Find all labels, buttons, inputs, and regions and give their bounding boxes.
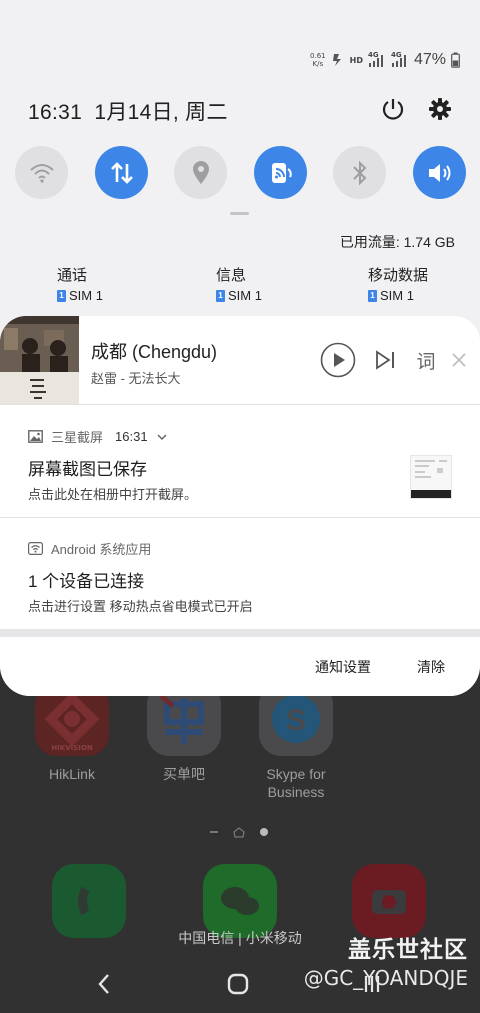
data-saver-icon (332, 54, 341, 66)
watermark-handle: @GC_YOANDQJE (303, 966, 468, 990)
signal-icon-sim2: 4G (391, 51, 409, 69)
screenshot-notification[interactable]: 三星截屏 16:31 屏幕截图已保存 点击此处在相册中打开截屏。 (0, 417, 480, 517)
app-label: Skype for Business (266, 766, 326, 800)
power-icon (382, 99, 404, 120)
notification-title: 1 个设备已连接 (28, 572, 145, 591)
app-hiklink[interactable]: HIKVISION HikLink (16, 682, 128, 783)
chevron-down-icon[interactable] (156, 433, 168, 441)
status-bar: 0.61 K/s HD 4G 4G 47% (310, 48, 460, 72)
network-speed-unit: K/s (312, 60, 324, 68)
notification-settings-button[interactable]: 通知设置 (315, 657, 371, 677)
battery-icon (451, 52, 460, 68)
notification-shade: 0.61 K/s HD 4G 4G 47% 16:31 1月14日, 周二 已用… (0, 0, 480, 696)
song-title: 成都 (Chengdu) (91, 342, 218, 362)
screenshot-thumbnail (410, 455, 452, 499)
sim-calls-title: 通话 (57, 267, 88, 284)
close-icon (452, 353, 466, 367)
watermark-title: 盖乐世社区 (348, 937, 468, 963)
home-button[interactable] (218, 969, 258, 999)
location-toggle[interactable] (174, 146, 227, 199)
system-notification[interactable]: Android 系统应用 1 个设备已连接 点击进行设置 移动热点省电模式已开启 (0, 529, 480, 629)
media-player-notification[interactable]: 成都 (Chengdu) 赵雷 - 无法长大 词 (0, 316, 480, 404)
close-media-button[interactable] (449, 350, 469, 370)
home-icon (227, 973, 249, 995)
hikvision-logo-text: HIKVISION (51, 744, 93, 752)
notification-body: 点击进行设置 移动热点省电模式已开启 (28, 599, 253, 614)
section-separator (0, 629, 480, 637)
date-time[interactable]: 16:31 1月14日, 周二 (28, 96, 228, 126)
signal-icon-sim1: 4G (368, 51, 386, 69)
back-button[interactable] (84, 969, 124, 999)
network-speed: 0.61 K/s (310, 52, 326, 68)
wifi-small-icon (28, 542, 43, 555)
app-label: HikLink (49, 766, 95, 782)
quick-settings (0, 146, 480, 200)
wifi-icon (29, 163, 54, 183)
sim-calls-value: SIM 1 (69, 288, 103, 303)
clock: 16:31 (28, 101, 83, 124)
sim-messages[interactable]: 信息 1 SIM 1 (216, 266, 262, 303)
camera-app-icon[interactable] (352, 864, 426, 938)
notification-app-name: Android 系统应用 (51, 542, 152, 557)
settings-button[interactable] (425, 94, 455, 124)
svg-text:S: S (286, 704, 306, 737)
mobile-data-toggle[interactable] (95, 146, 148, 199)
sim-card-icon: 1 (57, 289, 66, 302)
notification-time: 16:31 (115, 429, 148, 444)
wechat-app-icon[interactable] (203, 864, 277, 938)
app-skype-business[interactable]: S Skype for Business (240, 682, 352, 801)
sim-mobile-data[interactable]: 移动数据 1 SIM 1 (368, 266, 428, 303)
notification-header: 三星截屏 16:31 (28, 427, 168, 446)
hotspot-icon (271, 162, 292, 183)
notification-panel: 成都 (Chengdu) 赵雷 - 无法长大 词 三星截屏 16:31 屏幕截图… (0, 316, 480, 696)
app-maidanba[interactable]: 买单吧 (128, 682, 240, 783)
play-button[interactable] (320, 342, 356, 378)
network-speed-value: 0.61 (310, 52, 326, 60)
notification-body: 点击此处在相册中打开截屏。 (28, 487, 198, 502)
data-arrows-icon (110, 161, 133, 184)
sim-messages-title: 信息 (216, 267, 247, 284)
next-track-button[interactable] (372, 348, 398, 372)
app-label: 买单吧 (163, 766, 205, 782)
skip-next-icon (376, 350, 394, 370)
date: 1月14日, 周二 (94, 101, 228, 124)
clear-button[interactable]: 清除 (417, 657, 445, 677)
expand-handle[interactable] (230, 212, 249, 215)
bluetooth-toggle[interactable] (333, 146, 386, 199)
bluetooth-icon (352, 160, 366, 185)
sim-mobile-data-value: SIM 1 (380, 288, 414, 303)
song-artist: 赵雷 - 无法长大 (91, 371, 181, 386)
hd-voice-label: HD (349, 55, 363, 65)
phone-app-icon[interactable] (52, 864, 126, 938)
sim-messages-value: SIM 1 (228, 288, 262, 303)
battery-percent: 47% (413, 51, 446, 68)
sim-calls[interactable]: 通话 1 SIM 1 (57, 266, 103, 303)
speaker-icon (428, 163, 450, 182)
data-usage: 已用流量: 1.74 GB (339, 234, 455, 250)
wifi-toggle[interactable] (15, 146, 68, 199)
notification-app-name: 三星截屏 (51, 430, 104, 445)
sound-toggle[interactable] (413, 146, 466, 199)
power-button[interactable] (378, 94, 408, 124)
lyrics-button[interactable]: 词 (413, 346, 439, 374)
gallery-icon (28, 430, 43, 443)
album-art (0, 316, 79, 404)
divider (0, 517, 480, 518)
location-icon (192, 160, 209, 184)
sim-card-icon: 1 (216, 289, 225, 302)
play-icon (320, 342, 356, 378)
hotspot-toggle[interactable] (254, 146, 307, 199)
back-icon (98, 974, 109, 994)
gear-icon (429, 98, 451, 120)
divider (0, 404, 480, 405)
sim-card-icon: 1 (368, 289, 377, 302)
page-indicator (206, 824, 276, 840)
notification-header: Android 系统应用 (28, 539, 151, 558)
notification-title: 屏幕截图已保存 (28, 460, 147, 479)
sim-mobile-data-title: 移动数据 (368, 267, 429, 284)
